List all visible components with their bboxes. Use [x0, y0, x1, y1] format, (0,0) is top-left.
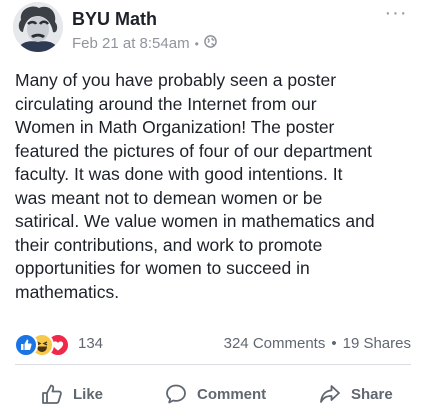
post-timestamp[interactable]: Feb 21 at 8:54am	[72, 35, 190, 52]
post-stats: 134 324 Comments • 19 Shares	[0, 330, 426, 358]
reaction-count[interactable]: 134	[78, 335, 103, 352]
share-arrow-icon	[318, 382, 342, 406]
comments-count-link[interactable]: 324 Comments	[224, 335, 326, 352]
post-body-text: Many of you have probably seen a poster …	[15, 70, 375, 302]
comment-label: Comment	[197, 385, 267, 403]
engagement-counts: 324 Comments • 19 Shares	[224, 335, 411, 352]
globe-icon[interactable]	[203, 35, 217, 52]
like-reaction-icon	[14, 333, 38, 357]
shares-count-link[interactable]: 19 Shares	[343, 335, 411, 352]
counts-separator: •	[331, 335, 337, 352]
thumbs-up-icon	[40, 382, 64, 406]
meta-separator: •	[194, 36, 199, 51]
share-button[interactable]: Share	[318, 382, 393, 406]
post-actions-bar: Like Comment Share	[0, 374, 426, 416]
share-label: Share	[351, 385, 393, 403]
post-meta: Feb 21 at 8:54am •	[72, 35, 217, 52]
comment-bubble-icon	[164, 382, 188, 406]
actions-divider	[15, 364, 411, 365]
avatar[interactable]	[13, 2, 63, 52]
more-options-button[interactable]: ···	[381, 2, 411, 24]
comment-button[interactable]: Comment	[164, 382, 266, 406]
like-button[interactable]: Like	[40, 382, 103, 406]
page-name-link[interactable]: BYU Math	[72, 9, 157, 30]
like-label: Like	[73, 385, 104, 403]
post-header: BYU Math Feb 21 at 8:54am • ···	[0, 0, 426, 70]
